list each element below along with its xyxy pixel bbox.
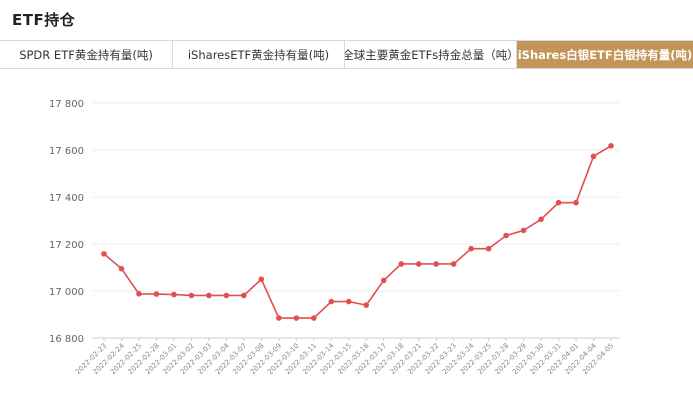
data-point xyxy=(276,315,282,321)
y-tick-label: 17 400 xyxy=(49,193,84,204)
data-point xyxy=(590,153,597,160)
data-point xyxy=(415,261,422,267)
data-point xyxy=(258,276,265,283)
series-line xyxy=(103,145,612,319)
data-point xyxy=(206,292,212,299)
chart-area: 16 800 17 000 17 200 17 400 17 600 17 800 2022… xyxy=(0,70,693,412)
data-point xyxy=(136,291,142,297)
y-tick-label: 17 200 xyxy=(49,240,84,251)
data-point xyxy=(101,251,107,257)
data-point xyxy=(538,216,544,223)
y-tick-label: 17 600 xyxy=(49,146,84,157)
y-tick-label: 16 800 xyxy=(49,334,84,345)
data-point xyxy=(293,315,300,321)
data-point xyxy=(223,292,230,299)
data-point xyxy=(573,199,579,206)
data-point xyxy=(380,277,387,284)
page-title: ETF持仓 xyxy=(12,11,76,29)
data-point xyxy=(555,199,562,206)
y-tick-label: 17 000 xyxy=(49,287,84,298)
y-tick-label: 17 800 xyxy=(49,99,84,110)
data-point xyxy=(468,245,474,252)
data-point xyxy=(171,291,177,298)
data-point xyxy=(188,292,195,299)
data-point xyxy=(118,265,125,272)
data-point xyxy=(450,261,457,267)
data-point xyxy=(485,245,492,252)
data-point xyxy=(153,291,160,297)
data-point xyxy=(503,232,509,239)
data-point xyxy=(328,298,335,305)
data-point xyxy=(520,227,527,234)
tab-spdr-gold[interactable]: SPDR ETF黄金持有量(吨) xyxy=(0,41,173,68)
data-point xyxy=(433,261,439,267)
tab-global-gold-etfs[interactable]: 全球主要黄金ETFs持金总量（吨） xyxy=(345,41,517,68)
tab-ishares-silver[interactable]: iShares白银ETF白银持有量(吨) xyxy=(517,41,693,68)
data-point xyxy=(310,315,317,321)
data-point xyxy=(363,302,370,308)
data-point xyxy=(345,298,352,305)
data-point xyxy=(241,292,247,299)
tab-ishares-gold[interactable]: iSharesETF黄金持有量(吨) xyxy=(173,41,345,68)
line-chart: 16 80017 00017 20017 40017 60017 8002022… xyxy=(49,99,620,376)
holdings-tabs: SPDR ETF黄金持有量(吨) iSharesETF黄金持有量(吨) 全球主要… xyxy=(0,40,693,69)
data-point xyxy=(398,261,405,267)
data-point xyxy=(608,142,614,149)
